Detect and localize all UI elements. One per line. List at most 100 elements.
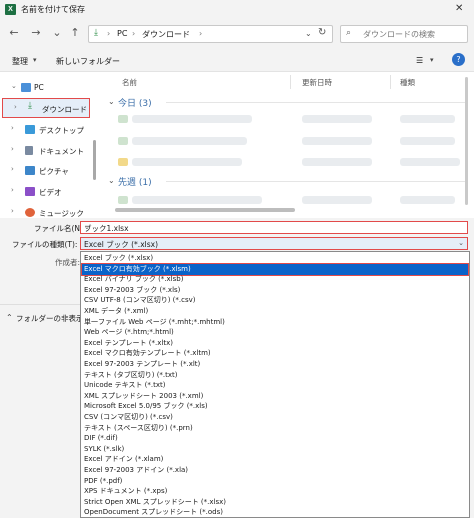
chevron-right-icon[interactable]: › [11,145,14,153]
author-label: 作成者: [55,258,81,267]
chevron-right-icon[interactable]: › [14,103,17,111]
list-item[interactable] [132,158,242,166]
back-icon[interactable]: ← [6,25,22,41]
organize-button[interactable]: 整理 [12,56,28,67]
view-options-icon[interactable]: ☰ [416,56,423,65]
title-bar: X 名前を付けて保存 ✕ [0,0,474,20]
view-chevron-icon[interactable]: ▾ [430,56,434,64]
dropdown-option[interactable]: XML スプレッドシート 2003 (*.xml) [82,391,468,402]
column-divider[interactable] [290,75,291,89]
chevron-right-icon[interactable]: › [11,165,14,173]
dropdown-option[interactable]: Web ページ (*.htm;*.html) [82,327,468,338]
window-title: 名前を付けて保存 [21,5,85,14]
list-item-date [302,196,372,204]
group-header-last-week[interactable]: 先週 (1) [118,175,152,188]
filename-field[interactable]: ブック1.xlsx ⌄ [80,221,468,234]
column-header-type[interactable]: 種類 [400,77,415,88]
pictures-icon [25,166,35,175]
sidebar-item-documents[interactable]: › ドキュメント [0,141,100,161]
filetype-label: ファイルの種類(T): [12,240,78,249]
file-list-scrollbar[interactable] [465,77,468,205]
sidebar-item-videos[interactable]: › ビデオ [0,182,100,202]
breadcrumb-pc[interactable]: PC [117,29,127,38]
chevron-right-icon[interactable]: › [11,186,14,194]
sidebar-item-label: PC [34,83,44,92]
recent-locations-icon[interactable]: ⌄ [49,25,65,41]
dropdown-option[interactable]: Excel マクロ有効テンプレート (*.xltm) [82,348,468,359]
address-dropdown-icon[interactable]: ⌄ [305,29,312,38]
organize-chevron-icon[interactable]: ▾ [33,56,37,64]
chevron-right-icon[interactable]: › [11,124,14,132]
sidebar-item-downloads[interactable]: › ⤓ ダウンロード [2,98,90,118]
chevron-right-icon[interactable]: › [11,207,14,215]
column-header-name[interactable]: 名前 [122,77,137,88]
search-icon: ⌕ [346,28,352,38]
address-bar[interactable]: ⤓ › PC › ダウンロード › ⌄ [88,25,333,43]
file-icon [118,196,128,204]
sidebar-item-label: ビデオ [39,188,62,197]
dropdown-option[interactable]: Excel アドイン (*.xlam) [82,454,468,465]
dropdown-option[interactable]: テキスト (タブ区切り) (*.txt) [82,370,468,381]
sidebar-item-label: ダウンロード [42,105,87,114]
filetype-value: Excel ブック (*.xlsx) [84,240,158,249]
dropdown-option[interactable]: Excel マクロ有効ブック (*.xlsm) [81,262,469,276]
filetype-select[interactable]: Excel ブック (*.xlsx) ⌄ [80,237,468,250]
list-item[interactable] [132,196,262,204]
new-folder-button[interactable]: 新しいフォルダー [56,56,120,67]
dropdown-option[interactable]: DIF (*.dif) [82,433,468,444]
dropdown-option[interactable]: PDF (*.pdf) [82,476,468,487]
sidebar-scrollbar[interactable] [93,140,96,180]
download-icon: ⤓ [28,101,32,111]
dropdown-option[interactable]: Excel バイナリ ブック (*.xlsb) [82,274,468,285]
sidebar-item-desktop[interactable]: › デスクトップ [0,120,100,140]
dropdown-option[interactable]: CSV (コンマ区切り) (*.csv) [82,412,468,423]
filename-label: ファイル名(N): [34,224,86,233]
dropdown-option[interactable]: Microsoft Excel 5.0/95 ブック (*.xls) [82,401,468,412]
close-icon[interactable]: ✕ [455,3,463,14]
dropdown-option[interactable]: 単一ファイル Web ページ (*.mht;*.mhtml) [82,317,468,328]
column-header-modified[interactable]: 更新日時 [302,77,332,88]
chevron-up-icon[interactable]: ⌃ [6,313,13,322]
column-divider[interactable] [390,75,391,89]
group-collapse-icon[interactable]: ⌄ [108,176,115,185]
sidebar-item-pc[interactable]: ⌄ PC [0,78,100,98]
dropdown-option[interactable]: XML データ (*.xml) [82,306,468,317]
chevron-down-icon[interactable]: ⌄ [84,223,464,231]
up-icon[interactable]: ↑ [67,25,83,41]
dropdown-option[interactable]: OpenDocument スプレッドシート (*.ods) [82,507,468,518]
horizontal-scrollbar[interactable] [115,208,295,212]
dropdown-option[interactable]: SYLK (*.slk) [82,444,468,455]
dropdown-option[interactable]: Excel 97-2003 テンプレート (*.xlt) [82,359,468,370]
forward-icon[interactable]: → [28,25,44,41]
chevron-down-icon[interactable]: ⌄ [11,82,17,90]
dropdown-option[interactable]: Excel テンプレート (*.xltx) [82,338,468,349]
list-item[interactable] [132,115,252,123]
divider [0,304,80,305]
sidebar-item-music[interactable]: › ミュージック [0,203,100,218]
dropdown-option[interactable]: Excel 97-2003 アドイン (*.xla) [82,465,468,476]
sidebar-item-label: ミュージック [39,209,84,218]
refresh-icon[interactable]: ↻ [318,27,326,38]
dropdown-option[interactable]: Unicode テキスト (*.txt) [82,380,468,391]
list-item[interactable] [132,137,247,145]
list-item-date [302,115,372,123]
sidebar-item-pictures[interactable]: › ピクチャ [0,161,100,181]
chevron-down-icon[interactable]: ⌄ [458,239,464,247]
group-header-today[interactable]: 今日 (3) [118,96,152,109]
dropdown-option[interactable]: Excel 97-2003 ブック (*.xls) [82,285,468,296]
search-input[interactable]: ⌕ ダウンロードの検索 [340,25,468,43]
documents-icon [25,146,33,155]
help-icon[interactable]: ? [452,53,465,66]
dropdown-option[interactable]: Excel ブック (*.xlsx) [82,253,468,264]
navigation-pane: ⌄ PC › ⤓ ダウンロード › デスクトップ › ドキュメント › ピクチャ… [0,72,104,218]
sidebar-item-label: ピクチャ [39,167,69,176]
hide-folders-button[interactable]: フォルダーの非表示 [16,313,84,324]
group-collapse-icon[interactable]: ⌄ [108,97,115,106]
breadcrumb-downloads[interactable]: ダウンロード [142,29,190,40]
dropdown-option[interactable]: Strict Open XML スプレッドシート (*.xlsx) [82,497,468,508]
dropdown-option[interactable]: XPS ドキュメント (*.xps) [82,486,468,497]
dropdown-option[interactable]: CSV UTF-8 (コンマ区切り) (*.csv) [82,295,468,306]
dropdown-option[interactable]: テキスト (スペース区切り) (*.prn) [82,423,468,434]
navigation-bar: ← → ⌄ ↑ ⤓ › PC › ダウンロード › ⌄ ↻ ⌕ ダウンロードの検… [0,20,474,48]
folder-icon [118,158,128,166]
